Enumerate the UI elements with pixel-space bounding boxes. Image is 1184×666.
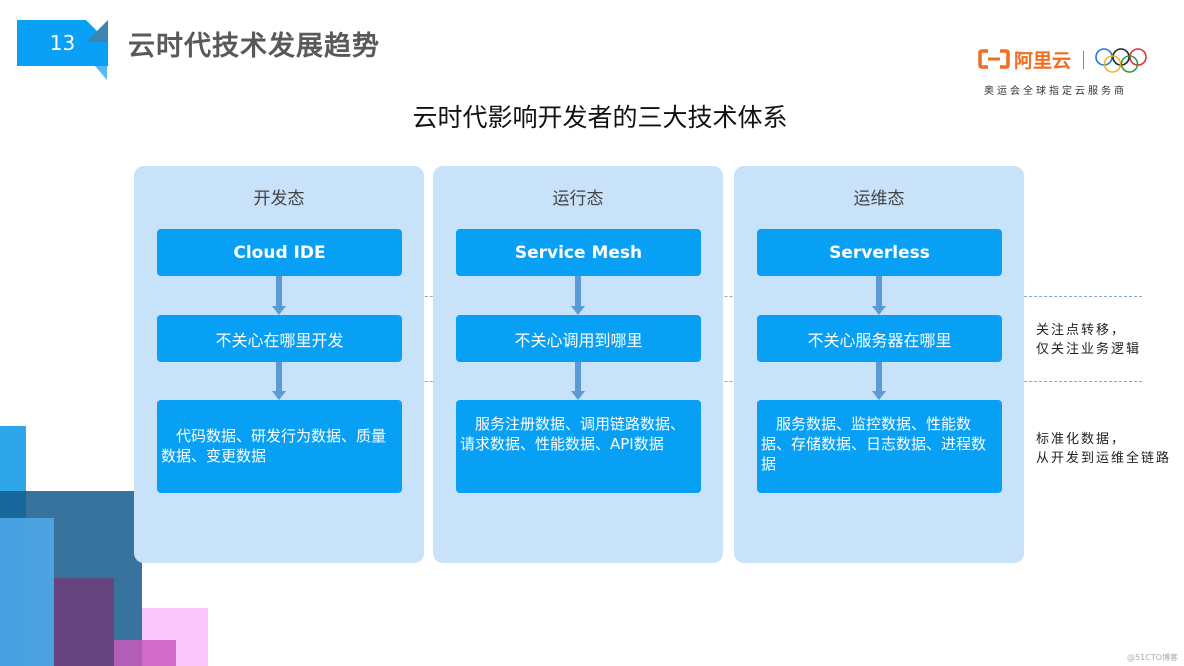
data-box: 服务注册数据、调用链路数据、请求数据、性能数据、API数据 — [456, 400, 701, 493]
concern-note-line2: 仅关注业务逻辑 — [1036, 342, 1142, 357]
logo-brand-text: 阿里云 — [1014, 50, 1072, 72]
down-arrow-icon — [571, 276, 585, 315]
data-note-line2: 从开发到运维全链路 — [1036, 451, 1172, 466]
watermark: @51CTO博客 — [1127, 653, 1178, 662]
down-arrow-icon — [872, 362, 886, 400]
concern-box: 不关心在哪里开发 — [157, 315, 402, 362]
concern-box: 不关心调用到哪里 — [456, 315, 701, 362]
technology-box: Service Mesh — [456, 229, 701, 276]
panel-development: 开发态 Cloud IDE 不关心在哪里开发 代码数据、研发行为数据、质量数据、… — [134, 166, 424, 563]
data-box: 服务数据、监控数据、性能数据、存储数据、日志数据、进程数据 — [757, 400, 1002, 493]
aliyun-mark-icon — [978, 49, 1010, 69]
concern-note: 关注点转移， 仅关注业务逻辑 — [1036, 321, 1141, 359]
olympic-rings-icon — [1095, 48, 1147, 73]
slide-title: 云时代技术发展趋势 — [128, 31, 380, 62]
slide-number: 13 — [49, 31, 76, 55]
data-note: 标准化数据， 从开发到运维全链路 — [1036, 430, 1171, 468]
panel-title: 开发态 — [253, 189, 305, 209]
technology-box: Cloud IDE — [157, 229, 402, 276]
down-arrow-icon — [272, 276, 286, 315]
down-arrow-icon — [571, 362, 585, 400]
data-box: 代码数据、研发行为数据、质量数据、变更数据 — [157, 400, 402, 493]
panel-operations: 运维态 Serverless 不关心服务器在哪里 服务数据、监控数据、性能数据、… — [734, 166, 1024, 563]
aliyun-logo: 阿里云 奥运会全球指定云服务商 — [978, 46, 1148, 98]
badge-fold-shadow — [86, 20, 108, 42]
logo-subtitle: 奥运会全球指定云服务商 — [984, 86, 1127, 97]
data-note-line1: 标准化数据， — [1036, 432, 1127, 447]
down-arrow-icon — [872, 276, 886, 315]
down-arrow-icon — [272, 362, 286, 400]
decorative-square — [0, 518, 54, 666]
panel-runtime: 运行态 Service Mesh 不关心调用到哪里 服务注册数据、调用链路数据、… — [433, 166, 723, 563]
logo-separator — [1083, 51, 1084, 69]
panel-title: 运维态 — [853, 189, 905, 209]
slide-number-badge: 13 — [17, 20, 108, 66]
badge-tail — [95, 66, 107, 80]
main-heading: 云时代影响开发者的三大技术体系 — [412, 103, 788, 132]
decorative-square — [54, 578, 114, 666]
concern-note-line1: 关注点转移， — [1036, 323, 1127, 338]
technology-box: Serverless — [757, 229, 1002, 276]
decorative-square — [114, 640, 176, 666]
panel-title: 运行态 — [552, 189, 604, 209]
concern-box: 不关心服务器在哪里 — [757, 315, 1002, 362]
